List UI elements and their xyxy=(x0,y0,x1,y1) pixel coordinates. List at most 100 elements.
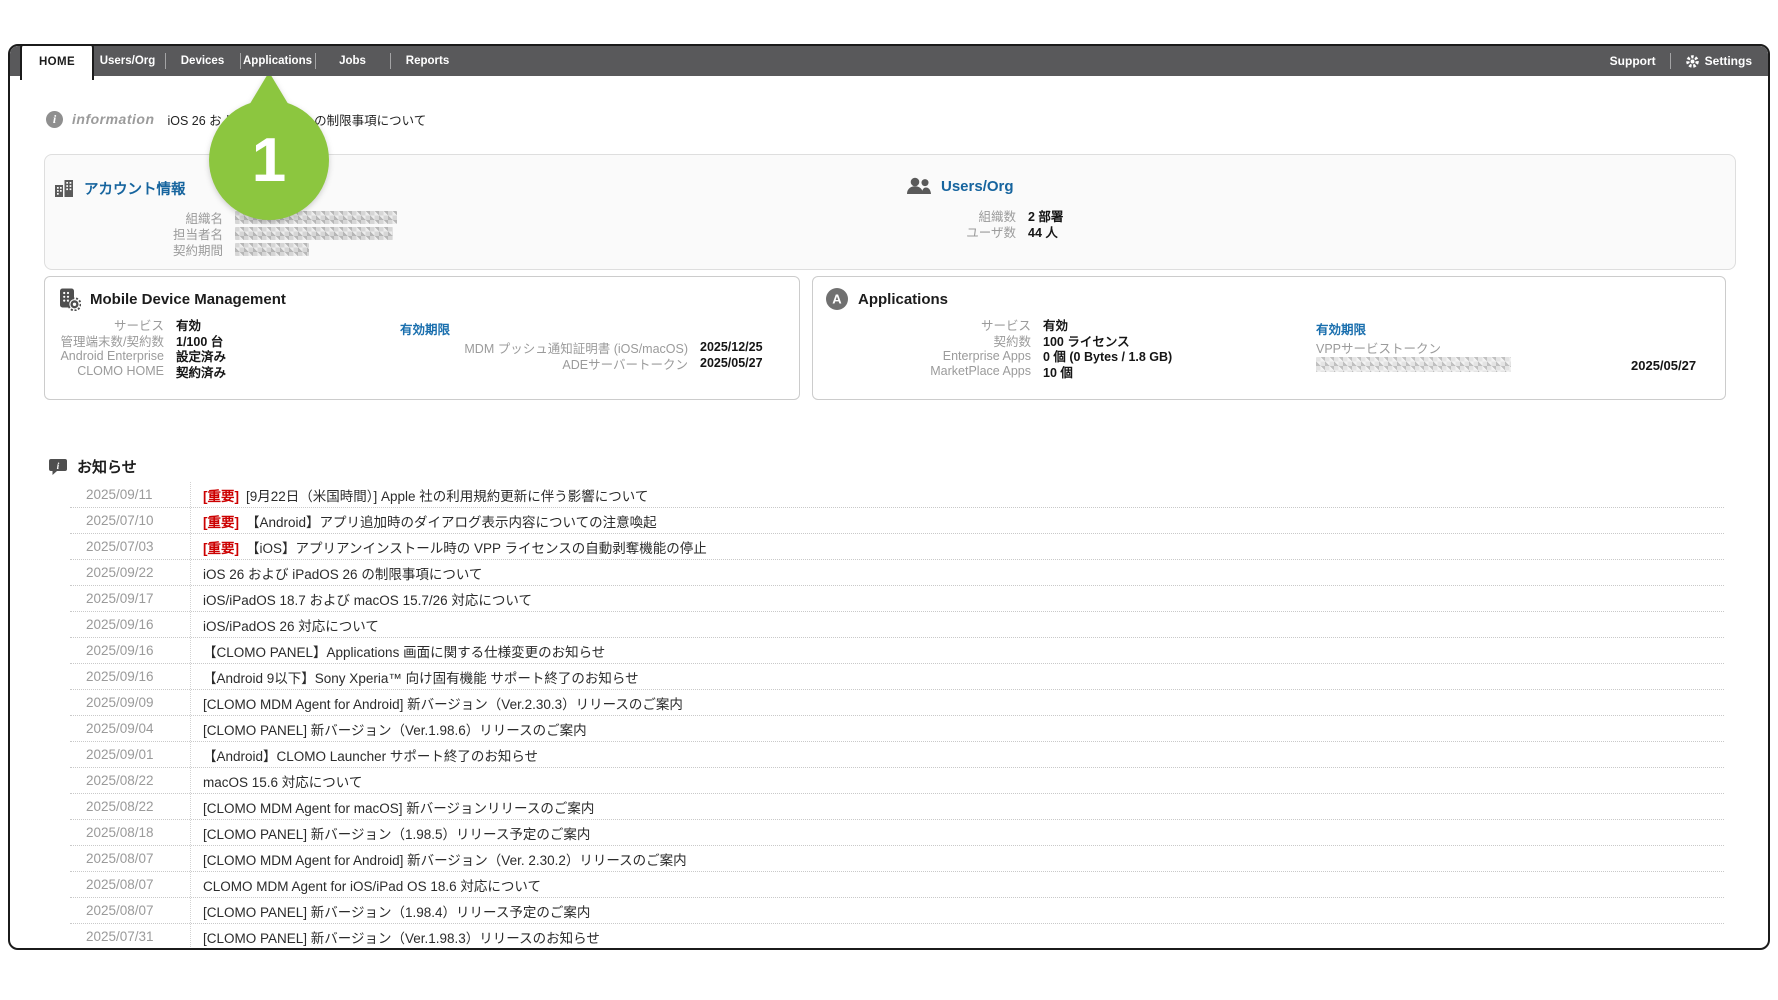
users-icon xyxy=(906,177,932,195)
applications-header: A Applications xyxy=(825,287,948,311)
news-title: [CLOMO PANEL] 新バージョン（Ver.1.98.3）リリースのお知ら… xyxy=(190,924,600,949)
news-title-text: 【Android】CLOMO Launcher サポート終了のお知らせ xyxy=(203,745,538,765)
news-title-text: 【Android】アプリ追加時のダイアログ表示内容についての注意喚起 xyxy=(246,511,657,531)
news-item[interactable]: 2025/08/18[CLOMO PANEL] 新バージョン（1.98.5）リリ… xyxy=(70,820,1724,846)
news-item[interactable]: 2025/09/09 [CLOMO MDM Agent for Android] … xyxy=(70,690,1724,716)
support-link[interactable]: Support xyxy=(1610,54,1656,68)
field-label: MarketPlace Apps xyxy=(813,364,1031,378)
news-title-text: [CLOMO PANEL] 新バージョン（1.98.5）リリース予定のご案内 xyxy=(203,823,590,843)
svg-text:i: i xyxy=(57,461,60,471)
news-title: 【Android】CLOMO Launcher サポート終了のお知らせ xyxy=(190,742,538,767)
news-date: 2025/09/09 xyxy=(70,695,190,710)
news-title: [CLOMO MDM Agent for macOS] 新バージョンリリースのご… xyxy=(190,794,594,819)
news-item[interactable]: 2025/09/17iOS/iPadOS 18.7 および macOS 15.7… xyxy=(70,586,1724,612)
news-item[interactable]: 2025/08/22[CLOMO MDM Agent for macOS] 新バ… xyxy=(70,794,1724,820)
news-item[interactable]: 2025/08/07 CLOMO MDM Agent for iOS/iPad O… xyxy=(70,872,1724,898)
news-date: 2025/09/04 xyxy=(70,721,190,736)
info-icon: i xyxy=(46,111,63,128)
news-title: iOS 26 および iPadOS 26 の制限事項について xyxy=(190,560,482,585)
app-store-icon: A xyxy=(825,287,849,311)
top-navbar: HOME Users/OrgDevicesApplicationsJobsRep… xyxy=(10,46,1768,76)
news-date: 2025/09/01 xyxy=(70,747,190,762)
news-title-text: [CLOMO MDM Agent for Android] 新バージョン（Ver… xyxy=(203,693,683,713)
masked-value xyxy=(235,243,309,256)
applications-card: A Applications サービス有効契約数100 ライセンスEnterpr… xyxy=(812,276,1726,400)
nav-tabs: Users/OrgDevicesApplicationsJobsReports xyxy=(90,46,465,76)
settings-link[interactable]: Settings xyxy=(1685,54,1752,69)
news-item[interactable]: 2025/07/03[重要]【iOS】アプリアンインストール時の VPP ライセ… xyxy=(70,534,1724,560)
news-date: 2025/07/10 xyxy=(70,513,190,528)
news-date: 2025/09/22 xyxy=(70,565,190,580)
field-label: ユーザ数 xyxy=(841,222,1016,241)
news-title: [CLOMO PANEL] 新バージョン（1.98.5）リリース予定のご案内 xyxy=(190,820,590,845)
news-title-text: macOS 15.6 対応について xyxy=(203,771,362,791)
news-date: 2025/09/11 xyxy=(70,487,190,502)
field-row: ユーザ数 44 人 xyxy=(841,223,1063,239)
news-title: iOS/iPadOS 26 対応について xyxy=(190,612,379,637)
news-title-text: iOS 26 および iPadOS 26 の制限事項について xyxy=(203,563,482,583)
vpp-token-label: VPPサービストークン xyxy=(1316,338,1441,357)
mdm-expiry-fields: MDM プッシュ通知証明書 (iOS/macOS)2025/12/25ADEサー… xyxy=(100,339,763,371)
users-org-fields: 組織数2 部署ユーザ数44 人 xyxy=(841,207,1063,239)
tab-applications[interactable]: Applications xyxy=(240,46,315,76)
tab-users-org[interactable]: Users/Org xyxy=(90,46,165,76)
news-item[interactable]: 2025/07/10 [重要] 【Android】アプリ追加時のダイアログ表示内容に… xyxy=(70,508,1724,534)
news-title-text: iOS/iPadOS 26 対応について xyxy=(203,615,379,635)
news-date: 2025/08/07 xyxy=(70,851,190,866)
news-item[interactable]: 2025/09/16 【CLOMO PANEL】Applications 画面に関… xyxy=(70,638,1724,664)
tab-jobs[interactable]: Jobs xyxy=(315,46,390,76)
news-item[interactable]: 2025/09/01 【Android】CLOMO Launcher サポート終了… xyxy=(70,742,1724,768)
news-title: [重要][9月22日（米国時間）] Apple 社の利用規約更新に伴う影響につい… xyxy=(190,482,648,507)
news-date: 2025/09/16 xyxy=(70,643,190,658)
news-date: 2025/09/17 xyxy=(70,591,190,606)
news-title-text: CLOMO MDM Agent for iOS/iPad OS 18.6 対応に… xyxy=(203,875,541,895)
news-date: 2025/08/07 xyxy=(70,877,190,892)
settings-label: Settings xyxy=(1705,54,1752,68)
mdm-title: Mobile Device Management xyxy=(90,291,286,308)
field-row: MarketPlace Apps10 個 xyxy=(813,364,1172,380)
important-badge: [重要] xyxy=(203,485,239,505)
news-title: [重要] 【Android】アプリ追加時のダイアログ表示内容についての注意喚起 xyxy=(190,508,657,533)
news-item[interactable]: 2025/09/16【Android 9以下】Sony Xperia™ 向け固有… xyxy=(70,664,1724,690)
important-badge: [重要] xyxy=(203,511,239,531)
news-item[interactable]: 2025/08/07 [CLOMO PANEL] 新バージョン（1.98.4）リリ… xyxy=(70,898,1724,924)
news-title: [重要]【iOS】アプリアンインストール時の VPP ライセンスの自動剥奪機能の… xyxy=(190,534,707,559)
news-item[interactable]: 2025/08/07 [CLOMO MDM Agent for Android] … xyxy=(70,846,1724,872)
news-title-text: [CLOMO MDM Agent for macOS] 新バージョンリリースのご… xyxy=(203,797,594,817)
news-title: 【CLOMO PANEL】Applications 画面に関する仕様変更のお知ら… xyxy=(190,638,605,663)
news-item[interactable]: 2025/09/16iOS/iPadOS 26 対応について xyxy=(70,612,1724,638)
news-title-text: [CLOMO MDM Agent for Android] 新バージョン（Ver… xyxy=(203,849,687,869)
information-label: information xyxy=(72,111,155,127)
users-org-header: Users/Org xyxy=(906,177,1014,195)
masked-value xyxy=(235,227,393,240)
vpp-expiry-link[interactable]: 有効期限 xyxy=(1316,319,1366,338)
news-item[interactable]: 2025/09/22 iOS 26 および iPadOS 26 の制限事項について xyxy=(70,560,1724,586)
news-title: [CLOMO MDM Agent for Android] 新バージョン（Ver… xyxy=(190,846,687,871)
news-date: 2025/09/16 xyxy=(70,669,190,684)
step-number: 1 xyxy=(252,126,286,195)
account-info-header: アカウント情報 xyxy=(53,177,186,199)
field-label: ADEサーバートークン xyxy=(100,354,688,373)
mdm-device-gear-icon xyxy=(57,287,81,311)
news-item[interactable]: 2025/09/04[CLOMO PANEL] 新バージョン（Ver.1.98.… xyxy=(70,716,1724,742)
field-value: 44 人 xyxy=(1028,222,1058,241)
news-title-text: [CLOMO PANEL] 新バージョン（1.98.4）リリース予定のご案内 xyxy=(203,901,590,921)
mdm-expiry-link[interactable]: 有効期限 xyxy=(400,319,450,338)
tab-home[interactable]: HOME xyxy=(20,44,94,80)
news-title-text: 【CLOMO PANEL】Applications 画面に関する仕様変更のお知ら… xyxy=(203,641,605,661)
tab-devices[interactable]: Devices xyxy=(165,46,240,76)
news-date: 2025/07/31 xyxy=(70,929,190,944)
news-date: 2025/08/07 xyxy=(70,903,190,918)
users-org-title: Users/Org xyxy=(941,178,1014,195)
news-title: お知らせ xyxy=(77,456,137,477)
tab-reports[interactable]: Reports xyxy=(390,46,465,76)
gear-icon xyxy=(1685,54,1700,69)
mdm-header: Mobile Device Management xyxy=(57,287,286,311)
news-item[interactable]: 2025/07/31 [CLOMO PANEL] 新バージョン（Ver.1.98.… xyxy=(70,924,1724,950)
news-title: CLOMO MDM Agent for iOS/iPad OS 18.6 対応に… xyxy=(190,872,541,897)
news-item[interactable]: 2025/08/22macOS 15.6 対応について xyxy=(70,768,1724,794)
applications-title: Applications xyxy=(858,291,948,308)
applications-fields: サービス有効契約数100 ライセンスEnterprise Apps0 個 (0 … xyxy=(813,317,1172,379)
news-title-text: [CLOMO PANEL] 新バージョン（Ver.1.98.3）リリースのお知ら… xyxy=(203,927,600,947)
news-item[interactable]: 2025/09/11[重要][9月22日（米国時間）] Apple 社の利用規約… xyxy=(70,482,1724,508)
